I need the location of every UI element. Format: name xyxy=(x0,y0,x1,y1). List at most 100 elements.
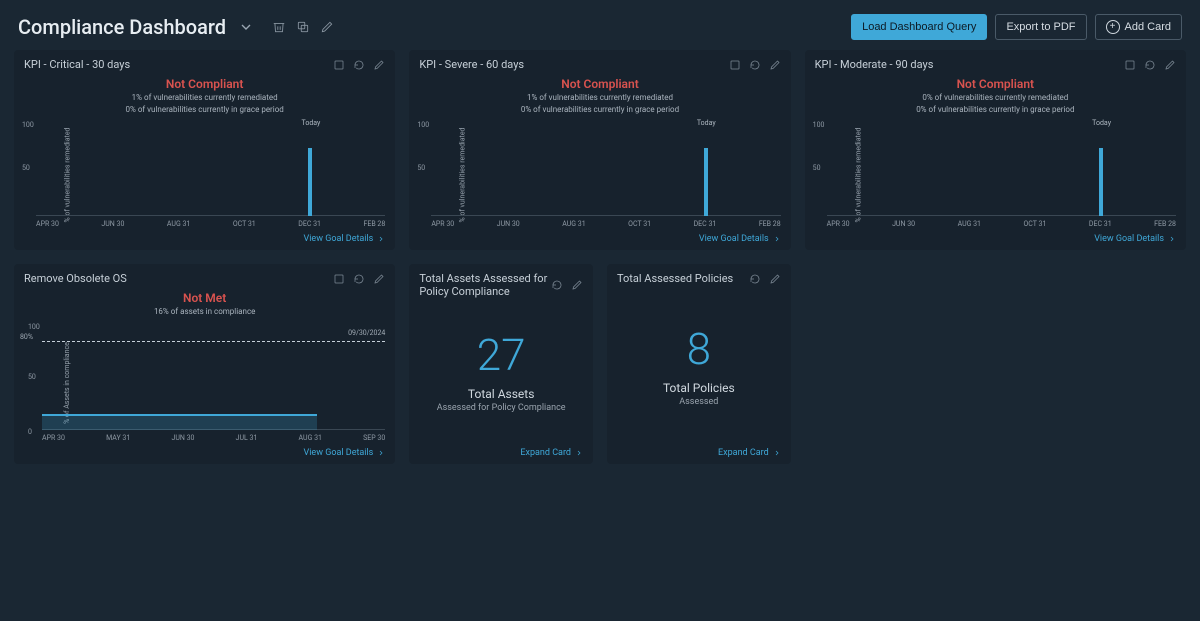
card-title: KPI - Moderate - 90 days xyxy=(815,58,934,71)
y-tick: 50 xyxy=(813,164,821,172)
x-ticks: APR 30 JUN 30 AUG 31 OCT 31 DEC 31 FEB 2… xyxy=(36,220,385,228)
edit-icon[interactable] xyxy=(1164,59,1176,71)
status-badge: Not Met xyxy=(14,291,395,305)
today-bar xyxy=(704,148,708,216)
metric-label: Total Assets xyxy=(468,387,534,401)
chevron-down-icon[interactable] xyxy=(238,19,254,35)
footer-label: View Goal Details xyxy=(304,448,374,458)
y-axis-label: % of vulnerabilities remediated xyxy=(459,127,467,222)
refresh-icon[interactable] xyxy=(353,59,365,71)
refresh-icon[interactable] xyxy=(749,59,761,71)
y-axis-label: % of vulnerabilities remediated xyxy=(854,127,862,222)
status-sub: 1% of vulnerabilities currently remediat… xyxy=(409,93,790,103)
footer-label: View Goal Details xyxy=(1094,234,1164,244)
goal-pct-label: 80% xyxy=(20,333,33,341)
goal-date-label: 09/30/2024 xyxy=(348,329,385,337)
view-goal-details-link[interactable]: View Goal Details xyxy=(805,230,1186,250)
y-tick: 100 xyxy=(22,121,34,129)
refresh-icon[interactable] xyxy=(749,273,761,285)
maximize-icon[interactable] xyxy=(333,273,345,285)
y-axis-label: % of Assets in compliance xyxy=(63,342,71,424)
y-tick: 100 xyxy=(813,121,825,129)
card-title: Total Assets Assessed for Policy Complia… xyxy=(419,272,551,298)
card-kpi-moderate: KPI - Moderate - 90 days Not Compliant 0… xyxy=(805,50,1186,250)
status-sub: 0% of vulnerabilities currently in grace… xyxy=(805,105,1186,115)
x-ticks: APR 30 JUN 30 AUG 31 OCT 31 DEC 31 FEB 2… xyxy=(827,220,1176,228)
card-title: KPI - Severe - 60 days xyxy=(419,58,524,71)
trash-icon[interactable] xyxy=(272,20,286,34)
status-sub: 0% of vulnerabilities currently in grace… xyxy=(409,105,790,115)
status-sub: 0% of vulnerabilities currently remediat… xyxy=(805,93,1186,103)
load-dashboard-query-button[interactable]: Load Dashboard Query xyxy=(851,14,987,40)
baseline xyxy=(36,215,385,216)
card-title: KPI - Critical - 30 days xyxy=(24,58,130,71)
metric-sublabel: Assessed xyxy=(679,397,718,407)
x-ticks: APR 30 MAY 31 JUN 30 JUL 31 AUG 31 SEP 3… xyxy=(42,434,385,442)
view-goal-details-link[interactable]: View Goal Details xyxy=(409,230,790,250)
refresh-icon[interactable] xyxy=(353,273,365,285)
refresh-icon[interactable] xyxy=(551,279,563,291)
edit-icon[interactable] xyxy=(571,279,583,291)
add-card-button[interactable]: + Add Card xyxy=(1095,14,1182,40)
y-tick: 50 xyxy=(28,373,36,381)
metric-label: Total Policies xyxy=(663,381,735,395)
maximize-icon[interactable] xyxy=(729,59,741,71)
expand-card-link[interactable]: Expand Card xyxy=(409,444,593,464)
edit-icon[interactable] xyxy=(373,59,385,71)
area-fill xyxy=(42,414,317,430)
chevron-right-icon xyxy=(377,449,385,457)
card-total-policies: Total Assessed Policies 8 Total Policies… xyxy=(607,264,791,464)
plus-circle-icon: + xyxy=(1106,20,1120,34)
edit-icon[interactable] xyxy=(373,273,385,285)
baseline xyxy=(431,215,780,216)
footer-label: Expand Card xyxy=(718,448,769,458)
y-tick: 50 xyxy=(417,164,425,172)
footer-label: Expand Card xyxy=(520,448,571,458)
y-tick: 100 xyxy=(28,323,40,331)
card-total-assets: Total Assets Assessed for Policy Complia… xyxy=(409,264,593,464)
kpi-chart: % of vulnerabilities remediated 100 50 T… xyxy=(36,121,385,228)
maximize-icon[interactable] xyxy=(1124,59,1136,71)
card-remove-obsolete-os: Remove Obsolete OS Not Met 16% of assets… xyxy=(14,264,395,464)
status-sub: 1% of vulnerabilities currently remediat… xyxy=(14,93,395,103)
goal-line xyxy=(42,341,385,342)
export-pdf-button[interactable]: Export to PDF xyxy=(995,14,1086,40)
card-title: Remove Obsolete OS xyxy=(24,272,127,285)
chevron-right-icon xyxy=(773,449,781,457)
baseline xyxy=(827,215,1176,216)
kpi-chart: % of vulnerabilities remediated 100 50 T… xyxy=(827,121,1176,228)
y-axis-label: % of vulnerabilities remediated xyxy=(63,127,71,222)
today-bar xyxy=(308,148,312,216)
expand-card-link[interactable]: Expand Card xyxy=(607,444,791,464)
view-goal-details-link[interactable]: View Goal Details xyxy=(14,444,395,464)
copy-icon[interactable] xyxy=(296,20,310,34)
chevron-right-icon xyxy=(377,235,385,243)
today-label: Today xyxy=(697,119,716,127)
edit-icon[interactable] xyxy=(769,59,781,71)
view-goal-details-link[interactable]: View Goal Details xyxy=(14,230,395,250)
footer-label: View Goal Details xyxy=(699,234,769,244)
x-ticks: APR 30 JUN 30 AUG 31 OCT 31 DEC 31 FEB 2… xyxy=(431,220,780,228)
status-badge: Not Compliant xyxy=(805,77,1186,91)
kpi-chart: % of vulnerabilities remediated 100 50 T… xyxy=(431,121,780,228)
status-sub: 16% of assets in compliance xyxy=(14,307,395,317)
page-title: Compliance Dashboard xyxy=(18,15,226,39)
edit-icon[interactable] xyxy=(320,20,334,34)
today-label: Today xyxy=(1092,119,1111,127)
edit-icon[interactable] xyxy=(769,273,781,285)
status-badge: Not Compliant xyxy=(409,77,790,91)
refresh-icon[interactable] xyxy=(1144,59,1156,71)
card-kpi-critical: KPI - Critical - 30 days Not Compliant 1… xyxy=(14,50,395,250)
chevron-right-icon xyxy=(773,235,781,243)
y-tick: 100 xyxy=(417,121,429,129)
status-sub: 0% of vulnerabilities currently in grace… xyxy=(14,105,395,115)
y-tick: 0 xyxy=(28,428,32,436)
metric-value: 8 xyxy=(687,327,711,371)
maximize-icon[interactable] xyxy=(333,59,345,71)
footer-label: View Goal Details xyxy=(304,234,374,244)
metric-value: 27 xyxy=(477,333,526,377)
obsolete-chart: % of Assets in compliance 100 50 0 09/30… xyxy=(42,323,385,442)
today-label: Today xyxy=(301,119,320,127)
chevron-right-icon xyxy=(1168,235,1176,243)
status-badge: Not Compliant xyxy=(14,77,395,91)
